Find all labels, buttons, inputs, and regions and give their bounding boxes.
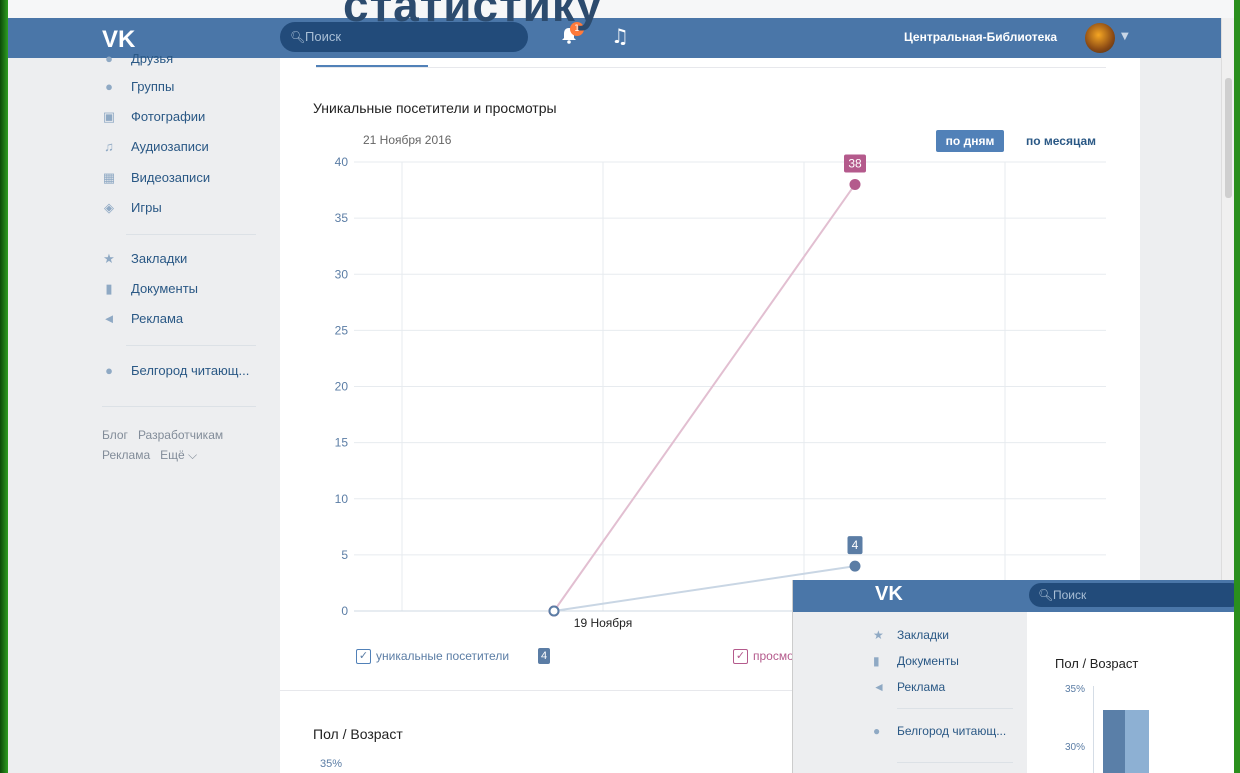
community-icon: ● [105,363,113,378]
sidebar-item-label: Белгород читающ... [131,363,250,378]
y-tick-label: 0 [341,604,348,618]
data-point [849,178,861,190]
slide-frame-left [0,0,8,773]
sidebar-item-label: Документы [131,281,199,296]
slide-frame-right [1234,0,1240,773]
sidebar-item-label: Закладки [131,251,188,266]
sidebar-item-label: Группы [131,79,175,94]
gender-age-y-label: 35% [320,758,343,770]
friends-icon: ● [105,51,113,66]
sidebar-footer-row1: Блог Разработчикам [102,428,223,442]
inset-y-label: 30% [1065,742,1086,753]
community-icon: ● [873,724,881,738]
inset-item-label: Документы [897,654,959,668]
y-tick-label: 25 [335,323,349,337]
camera-icon: ▣ [102,109,116,124]
avatar[interactable] [1085,23,1115,53]
inset-item-ads[interactable]: ◄ Реклама [873,680,945,694]
gamepad-icon: ◈ [104,200,114,215]
sidebar-item-label: Игры [131,200,162,215]
inset-item-label: Белгород читающ... [897,724,1007,738]
inset-gender-age-title: Пол / Возраст [1055,656,1139,671]
gender-age-title: Пол / Возраст [313,726,403,742]
sidebar-divider [126,345,256,346]
y-tick-label: 10 [335,492,349,506]
inset-bar [1103,710,1125,773]
inset-item-bookmarks[interactable]: ★ Закладки [873,628,949,642]
inset-search-placeholder: Поиск [1053,588,1087,602]
y-tick-label: 20 [335,380,349,394]
music-note-icon[interactable]: ♫ [611,24,629,48]
scrollbar-thumb[interactable] [1225,78,1232,198]
inset-bar [1125,710,1149,773]
line-chart: 051015202530354019 Ноября21 Ноября384 [335,154,1106,630]
x-tick-label: 19 Ноября [574,616,632,630]
sidebar-divider [102,406,256,407]
star-icon: ★ [103,251,115,266]
sidebar-item-label: Фотографии [131,109,206,124]
data-label: 38 [848,156,862,170]
inset-screenshot: VK 🔍︎ Поиск ★ Закладки ▮ Документы ◄ Реклам… [792,580,1234,773]
sidebar-item-label: Аудиозаписи [131,139,209,154]
y-tick-label: 40 [335,155,349,169]
footer-link-ads[interactable]: Реклама [102,448,150,462]
vk-logo[interactable]: VK [102,26,135,54]
search-icon: 🔍︎ [290,30,306,44]
chevron-down-icon[interactable]: ▼ [1121,31,1129,42]
inset-search-input[interactable]: 🔍︎ Поиск [1029,583,1234,607]
document-icon: ▮ [873,654,880,668]
document-icon: ▮ [105,281,113,296]
inset-divider [897,762,1013,763]
sidebar-item-label: Реклама [131,311,184,326]
search-icon: 🔍︎ [1038,588,1054,602]
search-placeholder: Поиск [305,29,342,44]
inset-sidebar: ★ Закладки ▮ Документы ◄ Реклама ● Белгород … [793,612,1027,773]
y-tick-label: 35 [335,211,349,225]
checkbox-views[interactable]: ✓ [733,649,748,664]
inset-vk-logo: VK [875,583,903,605]
star-icon: ★ [873,628,884,642]
legend-visitors-count: 4 [538,648,551,664]
inset-item-label: Реклама [897,680,946,694]
data-point [548,605,560,617]
browser-strip [8,0,1234,20]
groups-icon: ● [105,79,113,94]
sidebar-footer-row2: Реклама Ещё ⌵ [102,448,197,463]
series-line [553,183,856,612]
slide-title: статистику [343,0,603,31]
inset-item-community[interactable]: ● Белгород читающ... [873,724,1006,738]
data-label: 4 [852,538,859,552]
sidebar-divider [126,234,256,235]
data-point [849,560,861,572]
user-name[interactable]: Центральная-Библиотека [904,30,1057,44]
legend-visitors-label: уникальные посетители [376,649,510,663]
y-tick-label: 30 [335,267,349,281]
inset-divider [897,708,1013,709]
sidebar-item-label: Видеозаписи [131,170,211,185]
sidebar-item-label: Друзья [131,51,174,66]
footer-link-developers[interactable]: Разработчикам [138,428,223,442]
film-icon: ▦ [102,170,116,185]
inset-item-label: Закладки [897,628,949,642]
megaphone-icon: ◄ [873,680,885,694]
y-tick-label: 15 [335,436,349,450]
footer-link-more[interactable]: Ещё ⌵ [160,448,197,462]
y-tick-label: 5 [341,548,348,562]
inset-item-documents[interactable]: ▮ Документы [873,654,959,668]
vk-page: статистику VK 🔍︎ Поиск 1 ♫ Центральная-Б… [8,0,1234,773]
checkbox-visitors[interactable]: ✓ [356,649,371,664]
inset-y-label: 35% [1065,684,1086,695]
footer-link-blog[interactable]: Блог [102,428,128,442]
inset-axis [1093,686,1094,773]
music-note-icon: ♫ [104,139,114,154]
megaphone-icon: ◄ [102,311,116,326]
